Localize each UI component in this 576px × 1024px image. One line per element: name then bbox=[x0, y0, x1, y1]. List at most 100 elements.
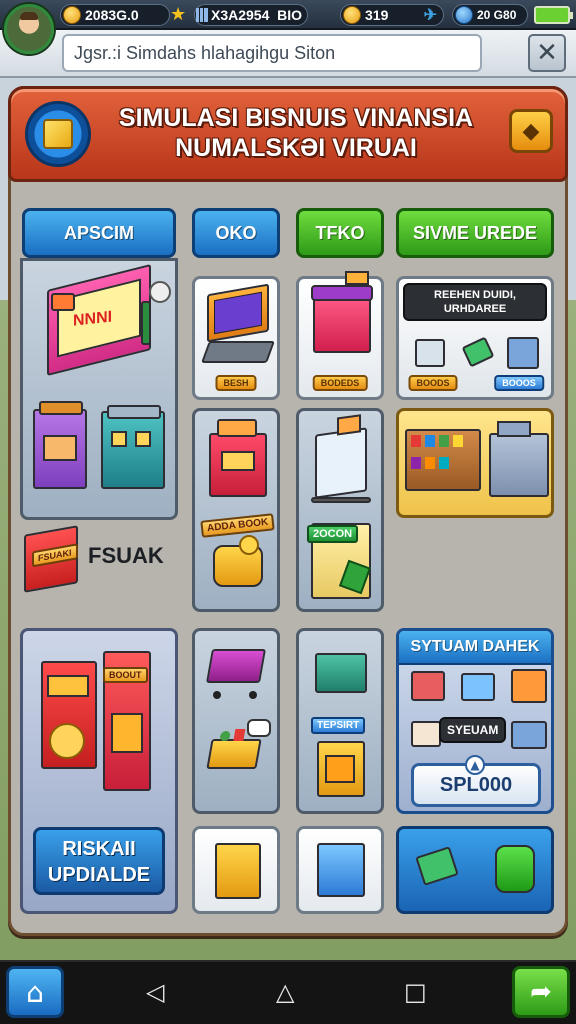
shelves-item-tile[interactable] bbox=[396, 408, 554, 518]
flag-icon bbox=[51, 293, 75, 311]
kiosk-price-tag[interactable]: BODEDS bbox=[312, 375, 368, 391]
tab-oko[interactable]: OKO bbox=[192, 208, 280, 258]
console-small-icon bbox=[511, 721, 547, 749]
gold-counter[interactable]: 319 ✈ bbox=[340, 4, 444, 26]
shelf-tag: TEPSIRT bbox=[311, 717, 366, 734]
shop-badge-icon[interactable] bbox=[25, 101, 91, 167]
upgrade-item-tile[interactable]: REEHEN DUIDI, URHDAREE BOODS BOOOS bbox=[396, 276, 554, 400]
home-button[interactable]: ⌂ bbox=[6, 966, 64, 1018]
clock-icon bbox=[149, 281, 171, 303]
store-panel-tooltip: SYEUAM bbox=[439, 717, 507, 743]
star-icon: ★ bbox=[170, 4, 187, 25]
gem-icon bbox=[455, 6, 473, 24]
shopping-cart-icon bbox=[206, 649, 266, 683]
coin-icon bbox=[239, 535, 259, 555]
laptop-price-tag[interactable]: BESH bbox=[215, 375, 257, 391]
shelf-icon bbox=[405, 429, 481, 491]
crate-icon bbox=[511, 669, 547, 703]
money-icon bbox=[415, 846, 459, 886]
tab-label: TFKO bbox=[315, 222, 365, 243]
recents-button[interactable]: □ bbox=[404, 978, 427, 1006]
bonus-item-tile[interactable] bbox=[396, 826, 554, 914]
back-button[interactable]: ◁ bbox=[146, 978, 164, 1006]
coins-counter[interactable]: 2083G.0 bbox=[60, 4, 170, 26]
box-icon bbox=[411, 721, 441, 747]
close-button[interactable]: ✕ bbox=[528, 34, 566, 72]
diamond-arrow-icon: ◆ bbox=[522, 118, 540, 144]
yellow-box-item-tile[interactable] bbox=[192, 826, 280, 914]
vending-stand-icon bbox=[41, 661, 97, 769]
teal-cabinet-icon bbox=[315, 653, 367, 693]
tab-label: OKO bbox=[215, 222, 257, 243]
console-icon bbox=[507, 337, 539, 369]
coin-icon bbox=[343, 6, 361, 24]
back-icon: ◁ bbox=[146, 978, 165, 1006]
kiosk-item-tile[interactable]: BODEDS bbox=[296, 271, 384, 400]
sticker-icon: FSUAKI bbox=[24, 525, 78, 593]
tab-apscim[interactable]: APSCIM bbox=[22, 208, 176, 258]
purple-shop-icon bbox=[33, 401, 87, 489]
grocery-cart-icon bbox=[206, 729, 262, 769]
page-title: SIMULASI BISNUIS VINANSIA NUMALSKƏI VIRU… bbox=[118, 104, 474, 162]
kiosk-icon bbox=[311, 271, 373, 353]
counter-icon bbox=[489, 421, 549, 497]
level-counter: BIO bbox=[262, 4, 308, 26]
recents-icon: □ bbox=[404, 978, 427, 1006]
diamonds-value: 20 G80 bbox=[477, 8, 517, 22]
business-category-tile[interactable]: NNNI bbox=[20, 258, 178, 520]
signal-icon bbox=[196, 8, 208, 22]
stand-sign: BOOUT bbox=[103, 667, 148, 683]
billboard-icon: NNNI bbox=[47, 264, 151, 376]
display-item-tile[interactable]: 2OCON bbox=[296, 408, 384, 612]
glass-case-icon bbox=[315, 414, 367, 499]
carts-item-tile[interactable] bbox=[192, 628, 280, 814]
circle-home-icon: △ bbox=[276, 978, 295, 1006]
status-bar: 2083G.0 ★ X3A2954 BIO 319 ✈ 20 G80 bbox=[0, 0, 576, 30]
tab-tfko[interactable]: TFKO bbox=[296, 208, 384, 258]
close-icon: ✕ bbox=[536, 38, 558, 68]
laptop-icon bbox=[207, 283, 269, 343]
laptop-item-tile[interactable]: BESH bbox=[192, 276, 280, 400]
upgrade-price-left[interactable]: BOODS bbox=[408, 375, 458, 391]
gems-value: X3A2954 bbox=[211, 7, 270, 23]
tall-stand-icon: BOOUT bbox=[103, 651, 151, 791]
battery-icon bbox=[534, 6, 573, 24]
arrow-up-icon bbox=[461, 336, 495, 368]
store-panel-title: SYTUAM DAHEK bbox=[399, 631, 551, 665]
tab-label: SIVME UREDE bbox=[412, 222, 538, 243]
device-icon bbox=[415, 339, 445, 367]
blue-box-item-tile[interactable] bbox=[296, 826, 384, 914]
gold-value: 319 bbox=[365, 7, 389, 23]
coin-icon bbox=[63, 6, 81, 24]
yellow-cabinet-icon bbox=[317, 741, 365, 797]
blue-box-icon bbox=[317, 843, 365, 897]
stand-item-tile[interactable]: BOOUT RISKAII UPDIALDE bbox=[20, 628, 178, 914]
avatar[interactable] bbox=[4, 4, 54, 54]
chevron-up-icon: ▲ bbox=[465, 755, 485, 775]
level-value: BIO bbox=[277, 7, 302, 23]
register-item-tile[interactable]: ADDA BOOK bbox=[192, 408, 280, 612]
menu-button[interactable]: ◆ bbox=[509, 109, 553, 153]
system-home-button[interactable]: △ bbox=[276, 978, 294, 1006]
monitor-icon bbox=[461, 673, 495, 701]
cabinet-item-tile[interactable]: TEPSIRT bbox=[296, 628, 384, 814]
upgrade-price-right[interactable]: BOOOS bbox=[494, 375, 544, 391]
post-icon bbox=[141, 301, 151, 345]
tab-sivme-urede[interactable]: SIVME UREDE bbox=[396, 208, 554, 258]
risk-update-button[interactable]: RISKAII UPDIALDE bbox=[33, 827, 165, 895]
yellow-box-icon bbox=[215, 843, 261, 899]
title-banner: SIMULASI BISNUIS VINANSIA NUMALSKƏI VIRU… bbox=[8, 86, 568, 182]
bird-icon: ✈ bbox=[423, 7, 437, 24]
speech-bubble-icon bbox=[247, 719, 271, 737]
billboard-text: NNNI bbox=[73, 308, 113, 330]
money-bag-icon bbox=[495, 845, 535, 893]
search-bar: Jgsr.:i Simdahs hlahagihgu Siton ✕ bbox=[0, 30, 576, 78]
share-button[interactable]: ➦ bbox=[512, 966, 570, 1018]
sticker-tag: FSUAKI bbox=[32, 543, 78, 568]
diamonds-counter[interactable]: 20 G80 bbox=[452, 4, 528, 26]
register-icon bbox=[209, 419, 267, 497]
search-input[interactable]: Jgsr.:i Simdahs hlahagihgu Siton bbox=[62, 34, 482, 72]
coins-value: 2083G.0 bbox=[85, 7, 139, 23]
upgrade-popup: REEHEN DUIDI, URHDAREE bbox=[403, 283, 547, 321]
register-small-icon bbox=[411, 671, 445, 701]
